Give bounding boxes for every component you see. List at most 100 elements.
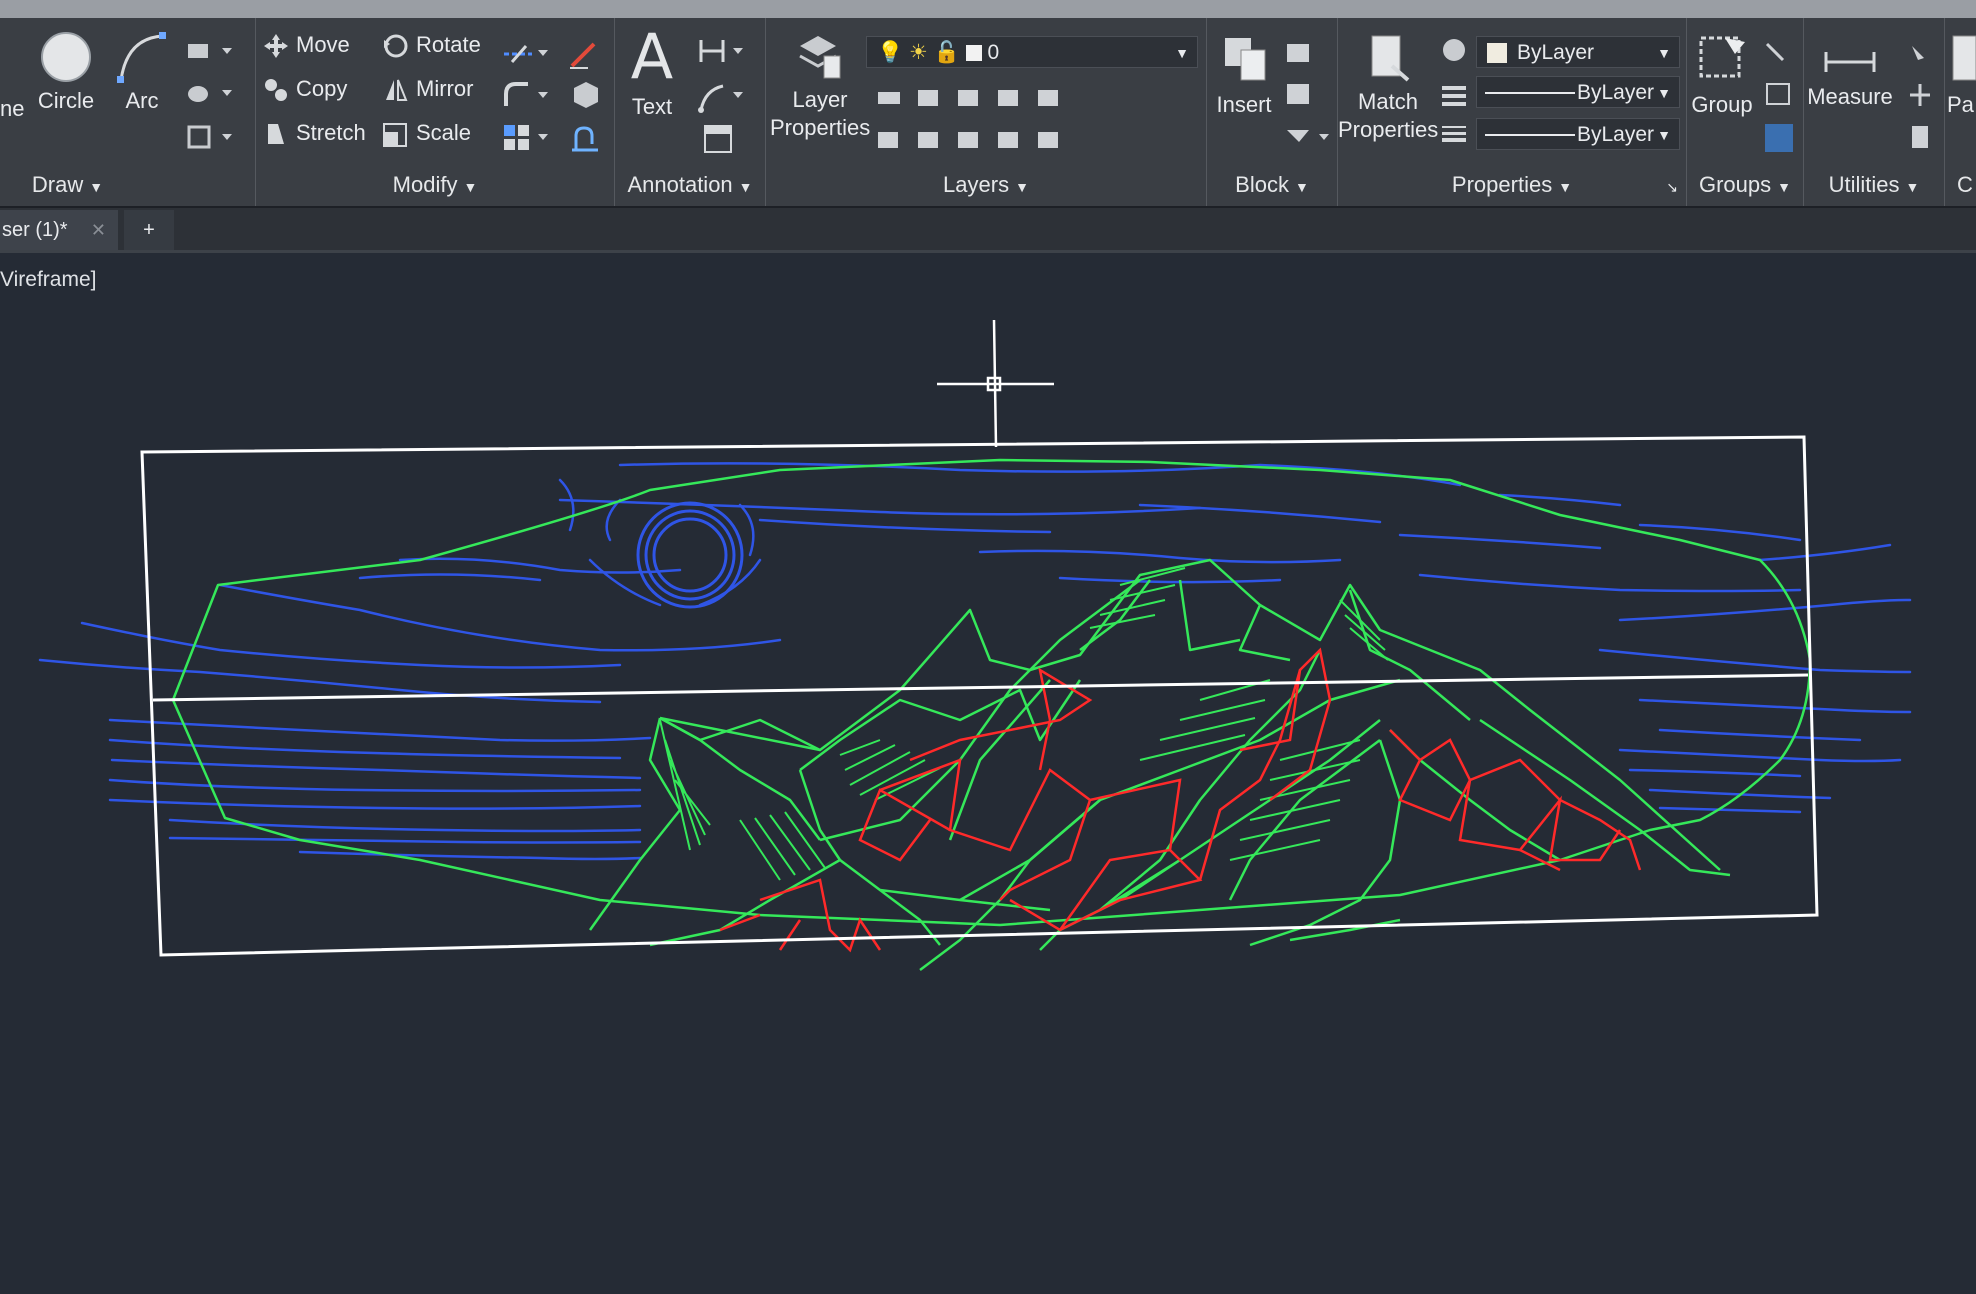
color-value: ByLayer (1517, 41, 1595, 64)
line-button[interactable]: ne (0, 96, 24, 122)
match-properties-icon (1371, 35, 1410, 82)
group-button[interactable]: Group (1687, 32, 1757, 118)
properties-panel-title-label: Properties (1451, 172, 1553, 197)
copy-icon (265, 79, 287, 102)
draw-panel-title[interactable]: Draw ▼ (0, 172, 255, 198)
text-button[interactable]: A Text (619, 24, 685, 120)
paste-button[interactable]: Pa (1947, 32, 1976, 118)
offset-icon[interactable] (568, 122, 602, 156)
blue-layer-lines (38, 462, 1912, 861)
paste-icon (1952, 35, 1976, 81)
clipboard-panel-title[interactable]: C (1957, 172, 1976, 198)
fillet-icon[interactable] (502, 80, 552, 110)
properties-panel-title[interactable]: Properties ▼ (1338, 172, 1686, 198)
ribbon-tab-strip (0, 0, 1976, 18)
text-icon: A (630, 20, 674, 93)
insert-label: Insert (1216, 92, 1272, 117)
group-icon (1699, 36, 1745, 78)
mirror-button[interactable]: Mirror (382, 76, 473, 104)
measure-button[interactable]: Measure (1804, 44, 1896, 110)
red-layer-lines (719, 647, 1642, 953)
chevron-down-icon: ▼ (1175, 45, 1189, 61)
circle-label: Circle (37, 88, 95, 113)
scale-button[interactable]: Scale (382, 120, 471, 148)
utilities-panel-title[interactable]: Utilities ▼ (1804, 172, 1944, 198)
drawing-canvas[interactable] (0, 250, 1976, 1294)
rectangle-icon[interactable] (186, 38, 236, 66)
arc-button[interactable]: Arc (112, 30, 172, 114)
lightbulb-icon: 💡 (877, 41, 904, 64)
rotate-icon (384, 34, 408, 58)
move-button[interactable]: Move (262, 32, 350, 60)
measure-label: Measure (1807, 84, 1893, 109)
insert-button[interactable]: Insert (1209, 32, 1279, 118)
rotate-button[interactable]: Rotate (382, 32, 481, 60)
lineweight-dropdown[interactable]: ByLayer ▼ (1476, 118, 1680, 150)
layer-tools-row1-icon[interactable] (876, 84, 1086, 114)
boundary-icon[interactable] (186, 122, 236, 154)
document-tab-bar: ser (1)* ✕ + (0, 208, 1976, 253)
layer-properties-icon (799, 36, 841, 79)
viewport-visual-style-label[interactable]: Vireframe] (0, 268, 96, 292)
modify-panel-title[interactable]: Modify ▼ (256, 172, 614, 198)
circle-button[interactable]: Circle (30, 30, 102, 114)
hatch-icon[interactable] (186, 80, 236, 108)
table-icon[interactable] (703, 124, 735, 156)
document-tab[interactable]: ser (1)* ✕ (0, 210, 118, 250)
annotation-panel-title-label: Annotation (627, 172, 733, 197)
lineweight-sample (1485, 134, 1575, 136)
layer-color-swatch (965, 45, 982, 62)
block-panel-title[interactable]: Block ▼ (1207, 172, 1337, 198)
chevron-down-icon: ▼ (89, 179, 104, 195)
chevron-down-icon: ▼ (1015, 179, 1029, 195)
trim-icon[interactable] (502, 40, 552, 68)
new-tab-button[interactable]: + (124, 210, 174, 250)
crosshair-cursor (937, 319, 1054, 448)
layers-panel: Layer Properties 💡 ☀ 🔓 0 ▼ Layers ▼ (766, 18, 1207, 206)
explode-icon[interactable] (568, 78, 602, 112)
copy-button[interactable]: Copy (262, 76, 347, 104)
layer-properties-label-line2: Properties (770, 115, 871, 140)
annotation-panel: A Text Annotation ▼ (615, 18, 766, 206)
copy-label: Copy (296, 76, 348, 101)
lock-icon: 🔓 (933, 41, 960, 64)
dimension-icon[interactable] (697, 36, 747, 66)
chevron-down-icon: ▼ (1294, 179, 1309, 195)
line-label: ne (0, 96, 25, 121)
block-tools-icon[interactable] (1279, 38, 1333, 158)
panel-launcher-icon[interactable]: ↘ (1666, 179, 1678, 196)
color-dropdown[interactable]: ByLayer ▼ (1476, 36, 1680, 68)
chevron-down-icon: ▼ (1558, 179, 1573, 195)
layer-tools-row2-icon[interactable] (876, 126, 1086, 156)
mirror-label: Mirror (416, 76, 474, 101)
property-type-icons (1442, 39, 1466, 142)
draw-panel: ne Circle Arc Draw ▼ (0, 18, 256, 206)
chevron-down-icon: ▼ (1657, 127, 1671, 143)
group-tools-icon[interactable] (1761, 38, 1797, 158)
chevron-down-icon: ▼ (1657, 85, 1671, 101)
modify-panel-title-label: Modify (392, 172, 458, 197)
close-icon[interactable]: ✕ (91, 210, 106, 250)
match-properties-label-line2: Properties (1338, 117, 1439, 142)
linetype-dropdown[interactable]: ByLayer ▼ (1476, 76, 1680, 108)
properties-panel: Match Properties ByLayer ▼ ByLayer ▼ ByL… (1338, 18, 1687, 206)
measure-icon (1824, 52, 1876, 72)
current-layer-name: 0 (987, 41, 1000, 64)
array-icon[interactable] (502, 122, 552, 154)
move-icon (264, 34, 288, 59)
layer-dropdown[interactable]: 💡 ☀ 🔓 0 ▼ (866, 36, 1198, 68)
insert-icon (1225, 38, 1266, 81)
annotation-panel-title[interactable]: Annotation ▼ (615, 172, 765, 198)
match-properties-button[interactable]: Match Properties (1338, 32, 1438, 144)
groups-panel-title[interactable]: Groups ▼ (1687, 172, 1803, 198)
utility-tools-icon[interactable] (1904, 40, 1938, 160)
utilities-panel-title-label: Utilities (1828, 172, 1900, 197)
layers-panel-title[interactable]: Layers ▼ (766, 172, 1206, 198)
stretch-button[interactable]: Stretch (262, 120, 366, 148)
erase-icon[interactable] (568, 36, 602, 70)
layer-properties-button[interactable]: Layer Properties (770, 32, 870, 142)
text-label: Text (631, 94, 673, 119)
plus-icon: + (143, 219, 155, 241)
leader-icon[interactable] (697, 80, 747, 114)
match-properties-label-line1: Match (1358, 89, 1418, 114)
